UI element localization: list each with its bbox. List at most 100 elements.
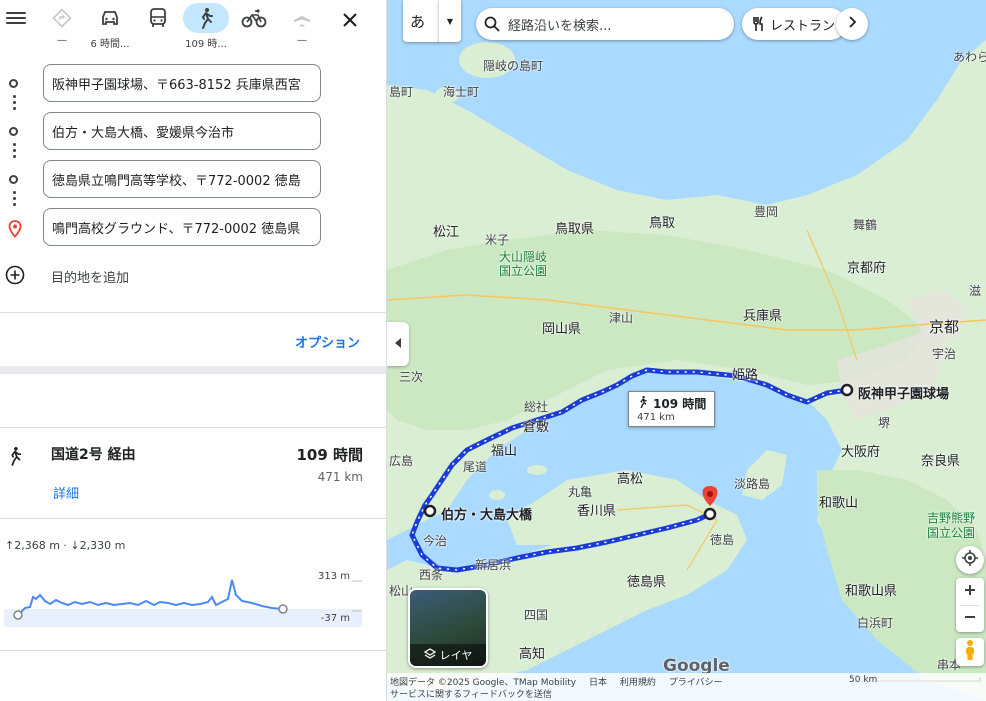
details-link[interactable]: 詳細	[53, 483, 79, 502]
options-button[interactable]: オプション	[295, 332, 360, 351]
mode-bike[interactable]	[230, 3, 278, 55]
elevation-summary: ↑2,368 m · ↓2,330 m	[5, 539, 126, 552]
divider-band	[0, 366, 386, 374]
elevation-up: 2,368 m	[14, 539, 60, 552]
map-label: 松江	[433, 225, 460, 240]
map-label: 和歌山	[819, 496, 859, 511]
map-label-park: 国立公園	[927, 526, 976, 540]
close-icon[interactable]	[338, 8, 362, 32]
map-label: 堺	[878, 416, 891, 430]
layers-label: レイヤ	[439, 649, 473, 662]
map-label: 兵庫県	[743, 309, 783, 324]
map-label: 鳥取県	[555, 222, 595, 237]
mode-best-label: —	[57, 35, 67, 46]
descent-arrow-icon: ↓	[70, 539, 80, 552]
dots-icon	[13, 188, 16, 209]
layers-button[interactable]: レイヤ	[408, 588, 488, 668]
add-circle-icon	[5, 265, 25, 289]
zoom-in-button[interactable]	[956, 578, 984, 605]
map-label: 三次	[399, 370, 424, 384]
mode-car[interactable]: 6 時間...	[86, 3, 134, 55]
add-destination-row[interactable]: 目的地を追加	[0, 262, 386, 290]
footer-link-privacy[interactable]: プライバシー	[669, 678, 723, 688]
map-label: 津山	[609, 311, 634, 325]
map-footer: 地図データ ©2025 Google、TMap Mobility 日本 利用規約…	[387, 673, 986, 701]
dots-icon	[13, 140, 16, 161]
map-label: 香川県	[577, 504, 617, 519]
ascent-arrow-icon: ↑	[5, 539, 15, 552]
menu-icon[interactable]	[6, 9, 26, 29]
map-label: 福山	[491, 444, 518, 459]
zoom-controls	[956, 578, 984, 632]
add-destination-label: 目的地を追加	[51, 271, 130, 286]
map-label: 鳥取	[649, 216, 676, 231]
callout-distance: 471 km	[637, 412, 675, 423]
walk-icon	[6, 445, 24, 471]
street-view-button[interactable]	[956, 638, 984, 666]
route-card[interactable]: 国道2号 経由 109 時間 471 km 詳細	[0, 428, 386, 518]
destination-pin-icon	[8, 220, 22, 242]
plane-icon	[279, 3, 325, 33]
map-label: 高松	[617, 472, 644, 487]
mode-best[interactable]: —	[38, 3, 86, 55]
route-diamond-icon	[39, 3, 85, 33]
map-label-origin: 阪神甲子園球場	[858, 387, 950, 402]
chevron-right-icon	[847, 16, 857, 32]
bus-icon	[135, 3, 181, 33]
layers-icon	[423, 647, 436, 663]
zoom-out-button[interactable]	[956, 606, 984, 632]
my-location-button[interactable]	[956, 546, 984, 574]
footer-link-terms[interactable]: 利用規約	[620, 678, 656, 688]
search-along-route[interactable]: 経路沿いを検索...	[476, 8, 734, 40]
route-duration: 109 時間	[296, 446, 363, 464]
restaurant-label: レストラン	[770, 18, 836, 34]
map-label: 舞鶴	[853, 218, 878, 232]
waypoint-input-1[interactable]: 阪神甲子園球場、〒663-8152 兵庫県西宮	[43, 64, 321, 102]
divider	[0, 312, 386, 313]
collapse-panel-button[interactable]	[387, 322, 409, 366]
map-label: 今治	[423, 534, 448, 548]
chips-next-button[interactable]	[836, 8, 868, 40]
map-label: 豊岡	[754, 205, 779, 219]
route-callout[interactable]: 109 時間 471 km	[628, 391, 716, 427]
travel-mode-bar: — 6 時間... 109 時... —	[0, 0, 386, 56]
map-label: 丸亀	[568, 485, 593, 499]
elevation-max: 313 m	[317, 571, 350, 582]
map-label: 姫路	[732, 368, 759, 383]
map-label-bridge: 伯方・大島大橋	[441, 508, 533, 523]
map-label: 広島	[389, 454, 414, 468]
map-label: 白浜町	[857, 616, 894, 630]
map-label: 大阪府	[841, 445, 881, 460]
mode-flight[interactable]: —	[278, 3, 326, 55]
feedback-link[interactable]: サービスに関するフィードバックを送信	[390, 687, 552, 700]
map-label: 海士町	[443, 85, 480, 99]
map-label: 徳島	[710, 533, 735, 547]
restaurant-chip[interactable]: レストラン	[742, 8, 846, 40]
route-distance: 471 km	[317, 470, 363, 484]
map-label: 滋	[969, 284, 982, 298]
waypoint-circle-icon	[9, 127, 18, 136]
ime-chip[interactable]: あ ▼	[403, 0, 461, 42]
map-label: 和歌山県	[845, 584, 898, 599]
scale-label[interactable]: 50 km	[849, 675, 877, 685]
map-label: 高知	[519, 647, 546, 662]
waypoint-input-3[interactable]: 徳島県立鳴門高等学校、〒772-0002 徳島	[43, 160, 321, 198]
pegman-icon	[963, 639, 977, 665]
waypoint-input-4[interactable]: 鳴門高校グラウンド、〒772-0002 徳島県	[43, 208, 321, 246]
restaurant-icon	[752, 16, 764, 32]
map-label: 宇治	[932, 347, 957, 361]
map-label: 西条	[419, 568, 444, 582]
mode-car-label: 6 時間...	[90, 39, 130, 50]
waypoint-input-2[interactable]: 伯方・大島大橋、愛媛県今治市	[43, 112, 321, 150]
mode-walk[interactable]: 109 時...	[182, 3, 230, 55]
directions-panel: — 6 時間... 109 時... — 阪神甲子園球場、〒663-8152 兵…	[0, 0, 387, 701]
map-canvas[interactable]: 阪神甲子園球場 伯方・大島大橋 隠岐の島町 島町 海士町 鳥取県 鳥取 松江 米…	[387, 0, 986, 701]
footer-link-japan[interactable]: 日本	[589, 678, 607, 688]
ime-char: あ	[410, 12, 426, 31]
bike-icon	[231, 3, 277, 33]
walk-icon	[183, 3, 229, 33]
map-label: 淡路島	[734, 477, 771, 491]
ime-dropdown-icon[interactable]: ▼	[439, 0, 461, 42]
mode-transit[interactable]	[134, 3, 182, 55]
map-label: 新居浜	[475, 558, 512, 572]
